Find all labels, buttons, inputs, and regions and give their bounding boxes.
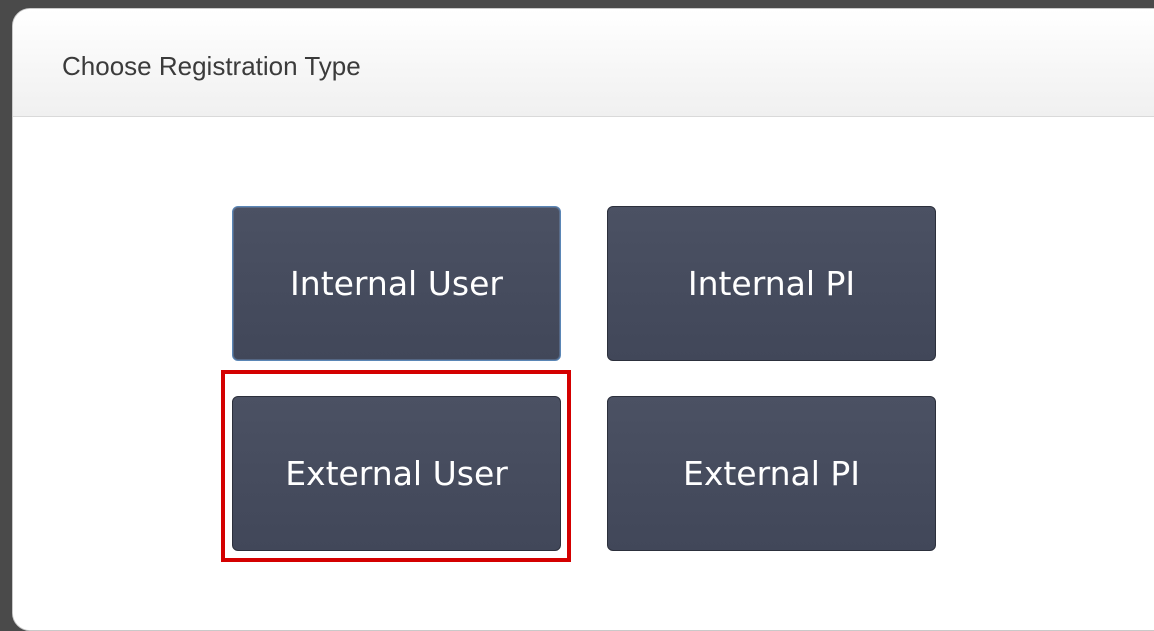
registration-type-dialog: Choose Registration Type Internal User I…: [12, 8, 1154, 631]
external-user-button[interactable]: External User: [232, 396, 561, 551]
dialog-title: Choose Registration Type: [62, 51, 361, 81]
internal-user-button[interactable]: Internal User: [232, 206, 561, 361]
dialog-header: Choose Registration Type: [13, 9, 1154, 117]
internal-pi-button[interactable]: Internal PI: [607, 206, 936, 361]
external-pi-button[interactable]: External PI: [607, 396, 936, 551]
dialog-body: Internal User Internal PI External User …: [13, 117, 1154, 630]
